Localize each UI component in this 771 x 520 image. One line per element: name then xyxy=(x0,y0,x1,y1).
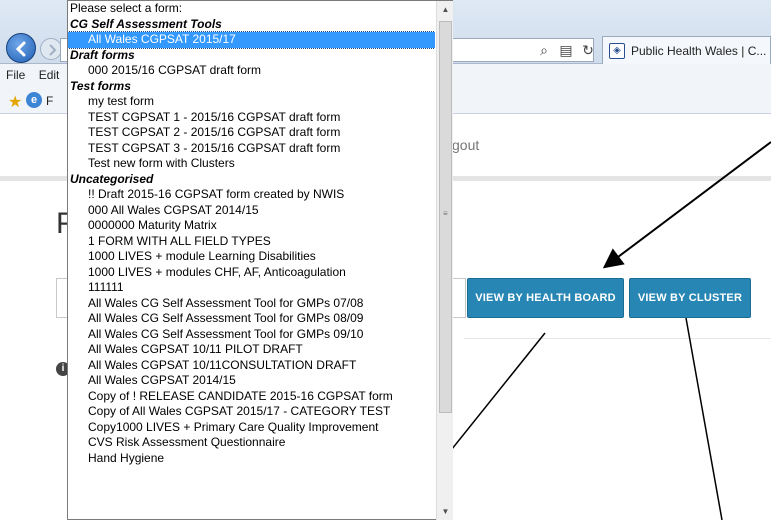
dropdown-group-label: CG Self Assessment Tools xyxy=(70,16,222,31)
scroll-down-icon[interactable]: ▼ xyxy=(437,503,454,520)
grip-icon: ≡ xyxy=(443,209,448,218)
dropdown-option[interactable]: All Wales CG Self Assessment Tool for GM… xyxy=(68,311,435,327)
dropdown-option[interactable]: 1000 LIVES + modules CHF, AF, Anticoagul… xyxy=(68,265,435,281)
dropdown-scrollbar[interactable]: ▲ ≡ ▼ xyxy=(436,1,453,520)
dropdown-option[interactable]: 0000000 Maturity Matrix xyxy=(68,218,435,234)
arrow-right-icon xyxy=(49,44,57,56)
tab-title: Public Health Wales | C... xyxy=(631,43,767,58)
dropdown-group-label: Uncategorised xyxy=(70,171,154,186)
dropdown-option[interactable]: TEST CGPSAT 2 - 2015/16 CGPSAT draft for… xyxy=(68,125,435,141)
dropdown-option[interactable]: All Wales CGPSAT 2015/17 xyxy=(68,31,435,49)
arrow-left-icon xyxy=(15,41,26,57)
browser-tab[interactable]: ◈ Public Health Wales | C... xyxy=(602,36,771,64)
ie-icon[interactable]: e xyxy=(26,92,42,108)
view-by-cluster-button[interactable]: VIEW BY CLUSTER xyxy=(629,278,751,318)
dropdown-option[interactable]: 1 FORM WITH ALL FIELD TYPES xyxy=(68,234,435,250)
dropdown-option[interactable]: All Wales CGPSAT 2014/15 xyxy=(68,373,435,389)
content-divider xyxy=(464,338,771,339)
dropdown-prompt: Please select a form: xyxy=(70,1,183,15)
site-favicon-icon: ◈ xyxy=(609,42,625,59)
logout-link[interactable]: gout xyxy=(452,137,479,153)
dropdown-option[interactable]: Copy1000 LIVES + Primary Care Quality Im… xyxy=(68,420,435,436)
back-button[interactable] xyxy=(6,33,36,63)
compatibility-icon[interactable]: ▤ xyxy=(558,42,574,59)
dropdown-options: Please select a form: CG Self Assessment… xyxy=(68,1,435,520)
dropdown-option[interactable]: All Wales CG Self Assessment Tool for GM… xyxy=(68,327,435,343)
dropdown-option[interactable]: TEST CGPSAT 1 - 2015/16 CGPSAT draft for… xyxy=(68,110,435,126)
dropdown-option[interactable]: CVS Risk Assessment Questionnaire xyxy=(68,435,435,451)
dropdown-option[interactable]: All Wales CGPSAT 10/11CONSULTATION DRAFT xyxy=(68,358,435,374)
dropdown-option[interactable]: 000 2015/16 CGPSAT draft form xyxy=(68,63,435,79)
menu-file[interactable]: File xyxy=(6,68,25,82)
annotation-arrow xyxy=(602,141,771,269)
forward-button[interactable] xyxy=(40,38,62,60)
dropdown-option[interactable]: Copy of All Wales CGPSAT 2015/17 - CATEG… xyxy=(68,404,435,420)
dropdown-option[interactable]: Test new form with Clusters xyxy=(68,156,435,172)
scroll-up-icon[interactable]: ▲ xyxy=(437,1,454,18)
dropdown-option[interactable]: Hand Hygiene xyxy=(68,451,435,467)
dropdown-option[interactable]: 111111 xyxy=(68,280,435,296)
view-by-health-board-button[interactable]: VIEW BY HEALTH BOARD xyxy=(467,278,624,318)
favorites-star-icon[interactable]: ★ xyxy=(8,92,22,112)
dropdown-option[interactable]: Copy of ! RELEASE CANDIDATE 2015-16 CGPS… xyxy=(68,389,435,405)
dropdown-option[interactable]: my test form xyxy=(68,94,435,110)
refresh-icon[interactable]: ↻ xyxy=(580,42,596,59)
dropdown-option[interactable]: All Wales CG Self Assessment Tool for GM… xyxy=(68,296,435,312)
dropdown-option[interactable]: !! Draft 2015-16 CGPSAT form created by … xyxy=(68,187,435,203)
menu-edit[interactable]: Edit xyxy=(39,68,60,82)
dropdown-group-label: Test forms xyxy=(70,78,131,93)
scrollbar-thumb[interactable]: ≡ xyxy=(439,21,452,413)
form-dropdown-list[interactable]: Please select a form: CG Self Assessment… xyxy=(67,0,453,520)
dropdown-option[interactable]: All Wales CGPSAT 10/11 PILOT DRAFT xyxy=(68,342,435,358)
search-icon[interactable]: ⌕ xyxy=(536,42,552,59)
annotation-line xyxy=(685,317,723,520)
dropdown-option[interactable]: TEST CGPSAT 3 - 2015/16 CGPSAT draft for… xyxy=(68,141,435,157)
favorites-label[interactable]: F xyxy=(46,94,53,108)
dropdown-option[interactable]: 000 All Wales CGPSAT 2014/15 xyxy=(68,203,435,219)
dropdown-option[interactable]: 1000 LIVES + module Learning Disabilitie… xyxy=(68,249,435,265)
dropdown-group-label: Draft forms xyxy=(70,47,135,62)
